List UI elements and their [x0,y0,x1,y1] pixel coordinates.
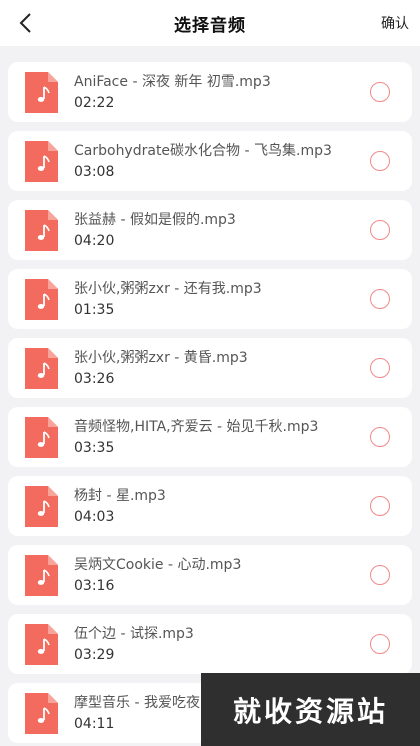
music-file-icon [25,693,58,734]
audio-name: 吴炳文Cookie - 心动.mp3 [74,557,242,573]
audio-name: 张益赫 - 假如是假的.mp3 [74,212,236,228]
list-item[interactable]: 张小伙,粥粥zxr - 黄昏.mp3 03:26 [8,338,412,398]
audio-name: 张小伙,粥粥zxr - 黄昏.mp3 [74,350,248,366]
watermark: 就收资源站 [201,673,420,746]
list-item[interactable]: AniFace - 深夜 新年 初雪.mp3 02:22 [8,62,412,122]
select-radio[interactable] [370,220,390,240]
select-radio[interactable] [370,427,390,447]
music-file-icon [25,210,58,251]
audio-duration: 03:29 [74,647,115,663]
audio-name: AniFace - 深夜 新年 初雪.mp3 [74,74,271,90]
audio-name: 张小伙,粥粥zxr - 还有我.mp3 [74,281,262,297]
audio-name: 伍个边 - 试探.mp3 [74,626,194,642]
select-radio[interactable] [370,151,390,171]
audio-duration: 03:16 [74,578,115,594]
header-bar: 选择音频 确认 [0,0,420,46]
list-item[interactable]: 杨封 - 星.mp3 04:03 [8,476,412,536]
select-radio[interactable] [370,496,390,516]
list-item[interactable]: 张益赫 - 假如是假的.mp3 04:20 [8,200,412,260]
audio-duration: 04:03 [74,509,115,525]
audio-name: 杨封 - 星.mp3 [74,488,166,504]
list-item[interactable]: 伍个边 - 试探.mp3 03:29 [8,614,412,674]
music-file-icon [25,486,58,527]
music-file-icon [25,555,58,596]
audio-duration: 02:22 [74,95,115,111]
select-radio[interactable] [370,289,390,309]
audio-duration: 03:26 [74,371,115,387]
select-radio[interactable] [370,565,390,585]
back-button[interactable] [12,9,38,37]
audio-list: AniFace - 深夜 新年 初雪.mp3 02:22 Carbohydrate碳… [0,52,420,743]
list-item[interactable]: Carbohydrate碳水化合物 - 飞鸟集.mp3 03:08 [8,131,412,191]
music-file-icon [25,141,58,182]
select-radio[interactable] [370,82,390,102]
music-file-icon [25,624,58,665]
select-radio[interactable] [370,634,390,654]
list-item[interactable]: 张小伙,粥粥zxr - 还有我.mp3 01:35 [8,269,412,329]
audio-duration: 03:08 [74,164,115,180]
music-file-icon [25,417,58,458]
audio-duration: 01:35 [74,302,115,318]
audio-duration: 03:35 [74,440,115,456]
audio-name: 音频怪物,HITA,齐爱云 - 始见千秋.mp3 [74,419,319,435]
list-item[interactable]: 吴炳文Cookie - 心动.mp3 03:16 [8,545,412,605]
select-radio[interactable] [370,358,390,378]
audio-duration: 04:20 [74,233,115,249]
page-title: 选择音频 [174,15,246,36]
confirm-button[interactable]: 确认 [381,13,409,33]
audio-duration: 04:11 [74,716,115,732]
music-file-icon [25,348,58,389]
chevron-left-icon [19,13,31,33]
music-file-icon [25,72,58,113]
music-file-icon [25,279,58,320]
watermark-text: 就收资源站 [232,694,388,728]
audio-name: Carbohydrate碳水化合物 - 飞鸟集.mp3 [74,143,332,159]
list-item[interactable]: 音频怪物,HITA,齐爱云 - 始见千秋.mp3 03:35 [8,407,412,467]
